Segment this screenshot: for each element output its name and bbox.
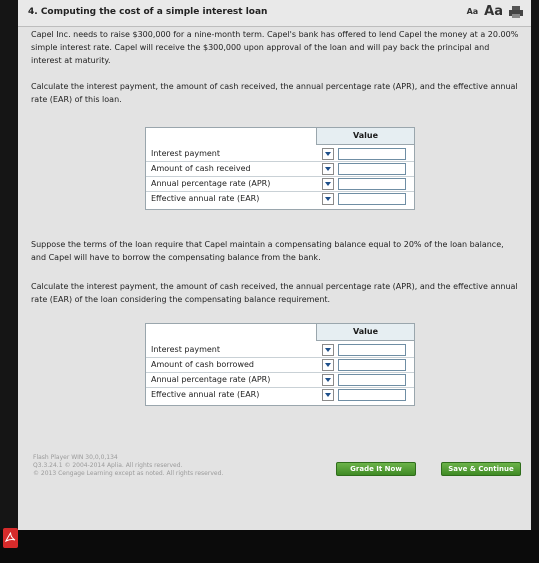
dropdown-arrow-icon[interactable] <box>322 193 334 205</box>
table-row: Amount of cash borrowed <box>146 357 414 373</box>
aplia-copyright: Q3.3.24.1 © 2004-2014 Aplia. All rights … <box>33 462 183 469</box>
instruction-2: Calculate the interest payment, the amou… <box>31 282 518 304</box>
dropdown-arrow-icon[interactable] <box>322 178 334 190</box>
value-input[interactable] <box>338 344 406 356</box>
question-title: 4. Computing the cost of a simple intere… <box>28 7 268 17</box>
header-tools: Aa Aa <box>467 4 523 19</box>
taskbar <box>0 530 539 563</box>
row-label: Effective annual rate (EAR) <box>151 194 260 203</box>
row-label: Interest payment <box>151 149 221 158</box>
grade-it-now-button[interactable]: Grade It Now <box>336 462 416 476</box>
save-continue-button[interactable]: Save & Continue <box>441 462 521 476</box>
dropdown-arrow-icon[interactable] <box>322 148 334 160</box>
answer-table-1: Value Interest payment Amount of cash re… <box>145 127 415 210</box>
right-dark-edge <box>531 0 539 530</box>
intro-text: Capel Inc. needs to raise $300,000 for a… <box>31 30 519 65</box>
dropdown-arrow-icon[interactable] <box>322 374 334 386</box>
value-input[interactable] <box>338 163 406 175</box>
table-row: Annual percentage rate (APR) <box>146 372 414 388</box>
problem-panel: 4. Computing the cost of a simple intere… <box>18 0 531 530</box>
left-dark-edge <box>0 0 18 530</box>
row-label: Annual percentage rate (APR) <box>151 179 271 188</box>
dropdown-arrow-icon[interactable] <box>322 344 334 356</box>
dropdown-arrow-icon[interactable] <box>322 163 334 175</box>
row-label: Annual percentage rate (APR) <box>151 375 271 384</box>
row-label: Interest payment <box>151 345 221 354</box>
table-row: Effective annual rate (EAR) <box>146 191 414 206</box>
value-input[interactable] <box>338 359 406 371</box>
row-label: Amount of cash borrowed <box>151 360 254 369</box>
value-input[interactable] <box>338 193 406 205</box>
table-row: Interest payment <box>146 146 414 162</box>
decrease-font-button[interactable]: Aa <box>467 7 479 16</box>
row-label: Amount of cash received <box>151 164 251 173</box>
increase-font-button[interactable]: Aa <box>484 4 503 19</box>
pdf-reader-icon[interactable] <box>3 528 18 548</box>
scenario-2-text: Suppose the terms of the loan require th… <box>31 240 504 262</box>
dropdown-arrow-icon[interactable] <box>322 389 334 401</box>
row-label: Effective annual rate (EAR) <box>151 390 260 399</box>
table-row: Interest payment <box>146 342 414 358</box>
answer-table-2: Value Interest payment Amount of cash bo… <box>145 323 415 406</box>
value-input[interactable] <box>338 178 406 190</box>
legal-footer: Flash Player WIN 30,0,0,134 Q3.3.24.1 © … <box>33 454 223 478</box>
table-row: Amount of cash received <box>146 161 414 177</box>
instruction-1: Calculate the interest payment, the amou… <box>31 82 518 104</box>
question-header: 4. Computing the cost of a simple intere… <box>18 0 531 27</box>
cengage-copyright: © 2013 Cengage Learning except as noted.… <box>33 470 224 477</box>
value-input[interactable] <box>338 148 406 160</box>
flash-version: Flash Player WIN 30,0,0,134 <box>33 454 118 461</box>
table-row: Annual percentage rate (APR) <box>146 176 414 192</box>
value-column-header: Value <box>316 128 414 145</box>
value-input[interactable] <box>338 374 406 386</box>
value-input[interactable] <box>338 389 406 401</box>
value-column-header: Value <box>316 324 414 341</box>
dropdown-arrow-icon[interactable] <box>322 359 334 371</box>
table-row: Effective annual rate (EAR) <box>146 387 414 402</box>
printer-icon[interactable] <box>509 5 523 18</box>
